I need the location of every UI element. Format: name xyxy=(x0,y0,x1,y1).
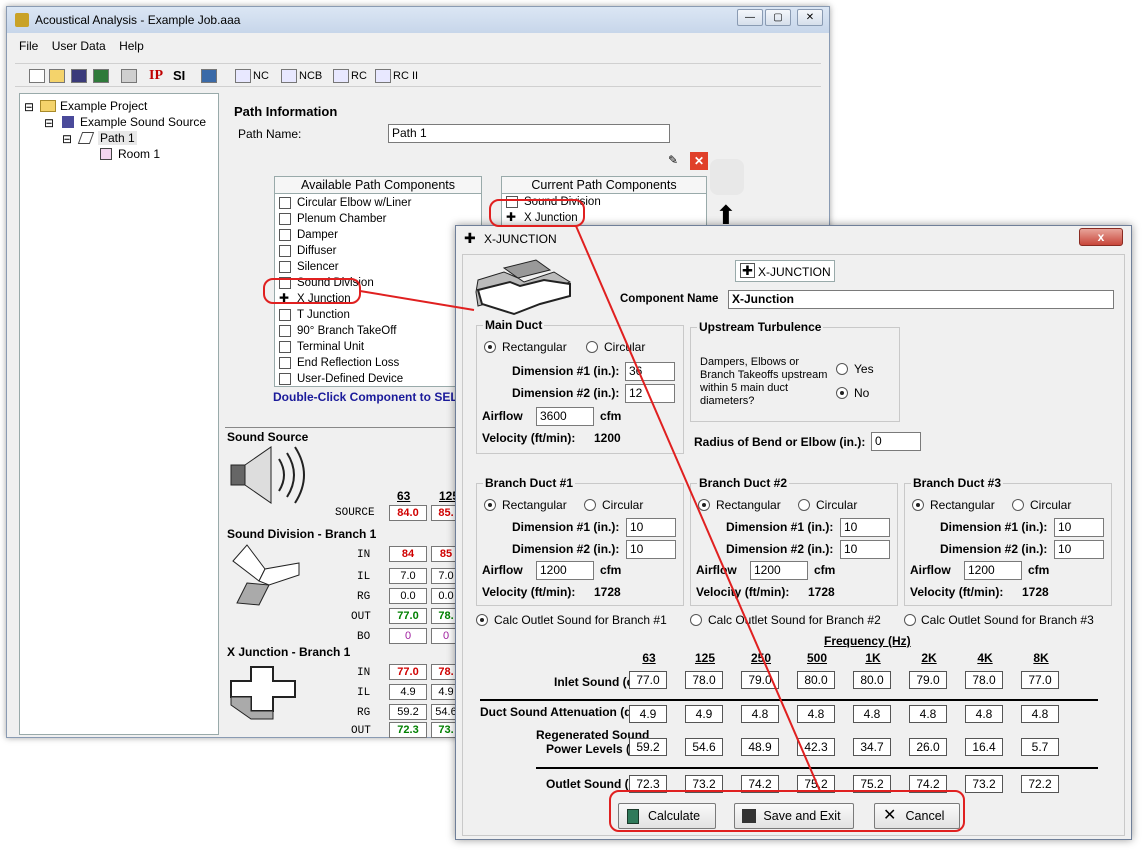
annotation-arrows xyxy=(359,225,821,792)
